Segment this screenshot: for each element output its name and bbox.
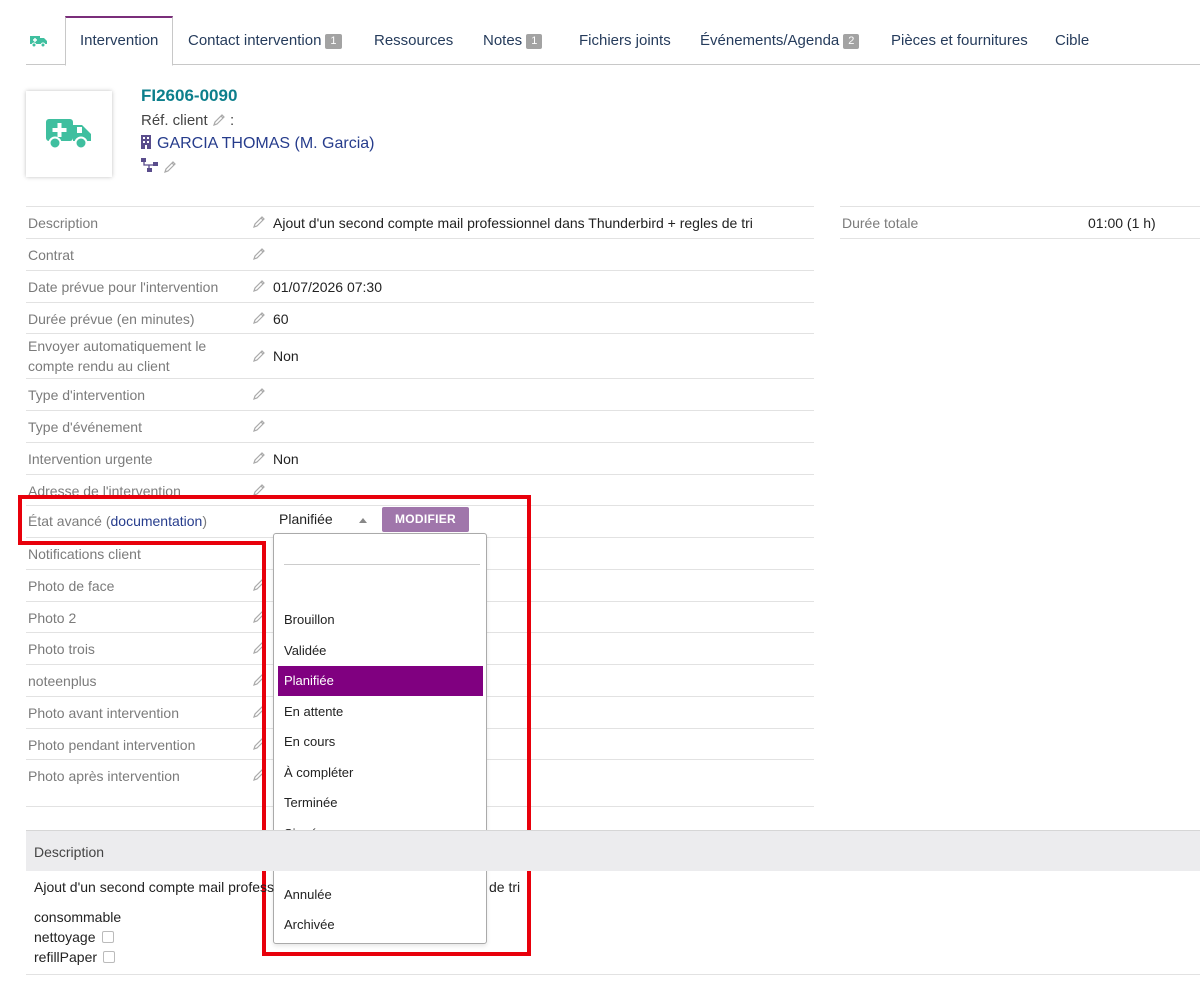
refillpaper-checkbox[interactable] — [103, 951, 116, 963]
description-section-title: Description — [34, 844, 105, 860]
nettoyage-checkbox[interactable] — [101, 931, 114, 943]
extra-label: consommable — [34, 909, 122, 925]
section-bottom-border — [26, 974, 1200, 975]
description-text: Ajout d'un second compte mail profess — [34, 879, 274, 895]
extra-field-nettoyage: nettoyage — [34, 929, 114, 945]
extra-field-refillpaper: refillPaper — [34, 949, 116, 965]
extra-label: refillPaper — [34, 949, 98, 965]
description-text-left: Ajout d'un second compte mail profess — [34, 879, 275, 895]
description-text-right: de tri — [489, 879, 521, 895]
extra-field-consommable: consommable — [34, 909, 121, 925]
extra-label: nettoyage — [34, 929, 96, 945]
description-section-header: Description — [26, 830, 1200, 871]
